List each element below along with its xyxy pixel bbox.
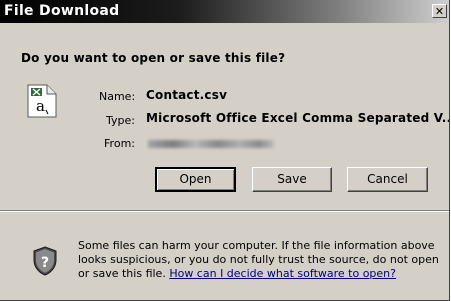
- csv-file-icon: a: [27, 84, 57, 118]
- from-label: From:: [104, 137, 135, 150]
- title-bar[interactable]: File Download ✕: [0, 0, 449, 23]
- separator: [0, 210, 449, 212]
- svg-text:a: a: [36, 97, 45, 115]
- svg-text:?: ?: [41, 255, 49, 271]
- redacted-source-host: [148, 140, 274, 148]
- close-button[interactable]: ✕: [432, 4, 447, 18]
- cancel-button[interactable]: Cancel: [347, 167, 428, 192]
- type-label: Type:: [106, 114, 135, 127]
- save-button[interactable]: Save: [252, 167, 332, 192]
- help-link[interactable]: How can I decide what software to open?: [169, 267, 396, 280]
- window-title: File Download: [4, 3, 120, 19]
- file-name-value: Contact.csv: [146, 88, 228, 102]
- security-warning: Some files can harm your computer. If th…: [78, 239, 442, 281]
- shield-question-icon: ?: [33, 246, 57, 276]
- open-button[interactable]: Open: [155, 167, 236, 192]
- download-question: Do you want to open or save this file?: [21, 51, 286, 65]
- file-type-value: Microsoft Office Excel Comma Separated V…: [146, 111, 450, 125]
- file-download-dialog: File Download ✕ Do you want to open or s…: [0, 0, 450, 301]
- name-label: Name:: [99, 90, 136, 103]
